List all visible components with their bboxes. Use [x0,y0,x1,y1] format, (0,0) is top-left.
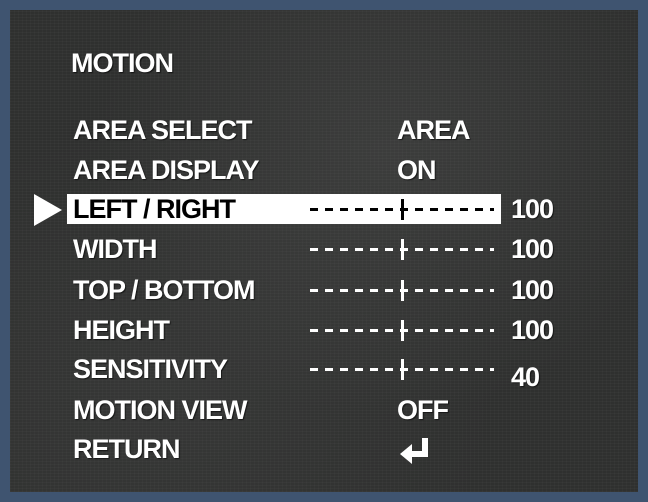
top-bottom-label: TOP / BOTTOM [73,275,256,305]
menu-item-height[interactable]: HEIGHT 100 [10,313,638,347]
return-label: RETURN [73,434,180,464]
menu-item-left-right[interactable]: LEFT / RIGHT 100 [10,192,638,226]
osd-screen: MOTION AREA SELECT AREA AREA DISPLAY ON … [10,10,638,492]
menu-item-area-display[interactable]: AREA DISPLAY ON [10,153,638,187]
sensitivity-value: 40 [511,362,540,392]
menu-item-top-bottom[interactable]: TOP / BOTTOM 100 [10,273,638,307]
area-display-label: AREA DISPLAY [73,155,260,185]
width-label: WIDTH [73,234,157,264]
motion-view-label: MOTION VIEW [73,395,247,425]
sensitivity-slider[interactable] [306,352,498,386]
menu-item-area-select[interactable]: AREA SELECT AREA [10,113,638,147]
sensitivity-label: SENSITIVITY [73,354,228,384]
area-select-label: AREA SELECT [73,115,253,145]
menu-title: MOTION [71,48,174,78]
area-display-value: ON [397,155,436,185]
area-select-value: AREA [397,115,471,145]
menu-item-width[interactable]: WIDTH 100 [10,232,638,266]
motion-view-value: OFF [397,395,449,425]
height-label: HEIGHT [73,315,170,345]
slider-thumb[interactable] [401,239,404,260]
selection-arrow-icon [34,194,62,226]
left-right-label: LEFT / RIGHT [73,194,236,224]
left-right-slider[interactable] [306,192,498,226]
top-bottom-value: 100 [511,275,554,305]
slider-thumb[interactable] [401,320,404,341]
menu-item-sensitivity[interactable]: SENSITIVITY 40 [10,352,638,392]
left-right-value: 100 [511,194,554,224]
height-value: 100 [511,315,554,345]
width-slider[interactable] [306,232,498,266]
width-value: 100 [511,234,554,264]
slider-thumb[interactable] [401,199,404,220]
top-bottom-slider[interactable] [306,273,498,307]
enter-return-icon[interactable] [398,436,434,464]
menu-item-motion-view[interactable]: MOTION VIEW OFF [10,393,638,427]
menu-item-return[interactable]: RETURN [10,432,638,466]
slider-thumb[interactable] [401,280,404,301]
height-slider[interactable] [306,313,498,347]
slider-thumb[interactable] [401,359,404,380]
